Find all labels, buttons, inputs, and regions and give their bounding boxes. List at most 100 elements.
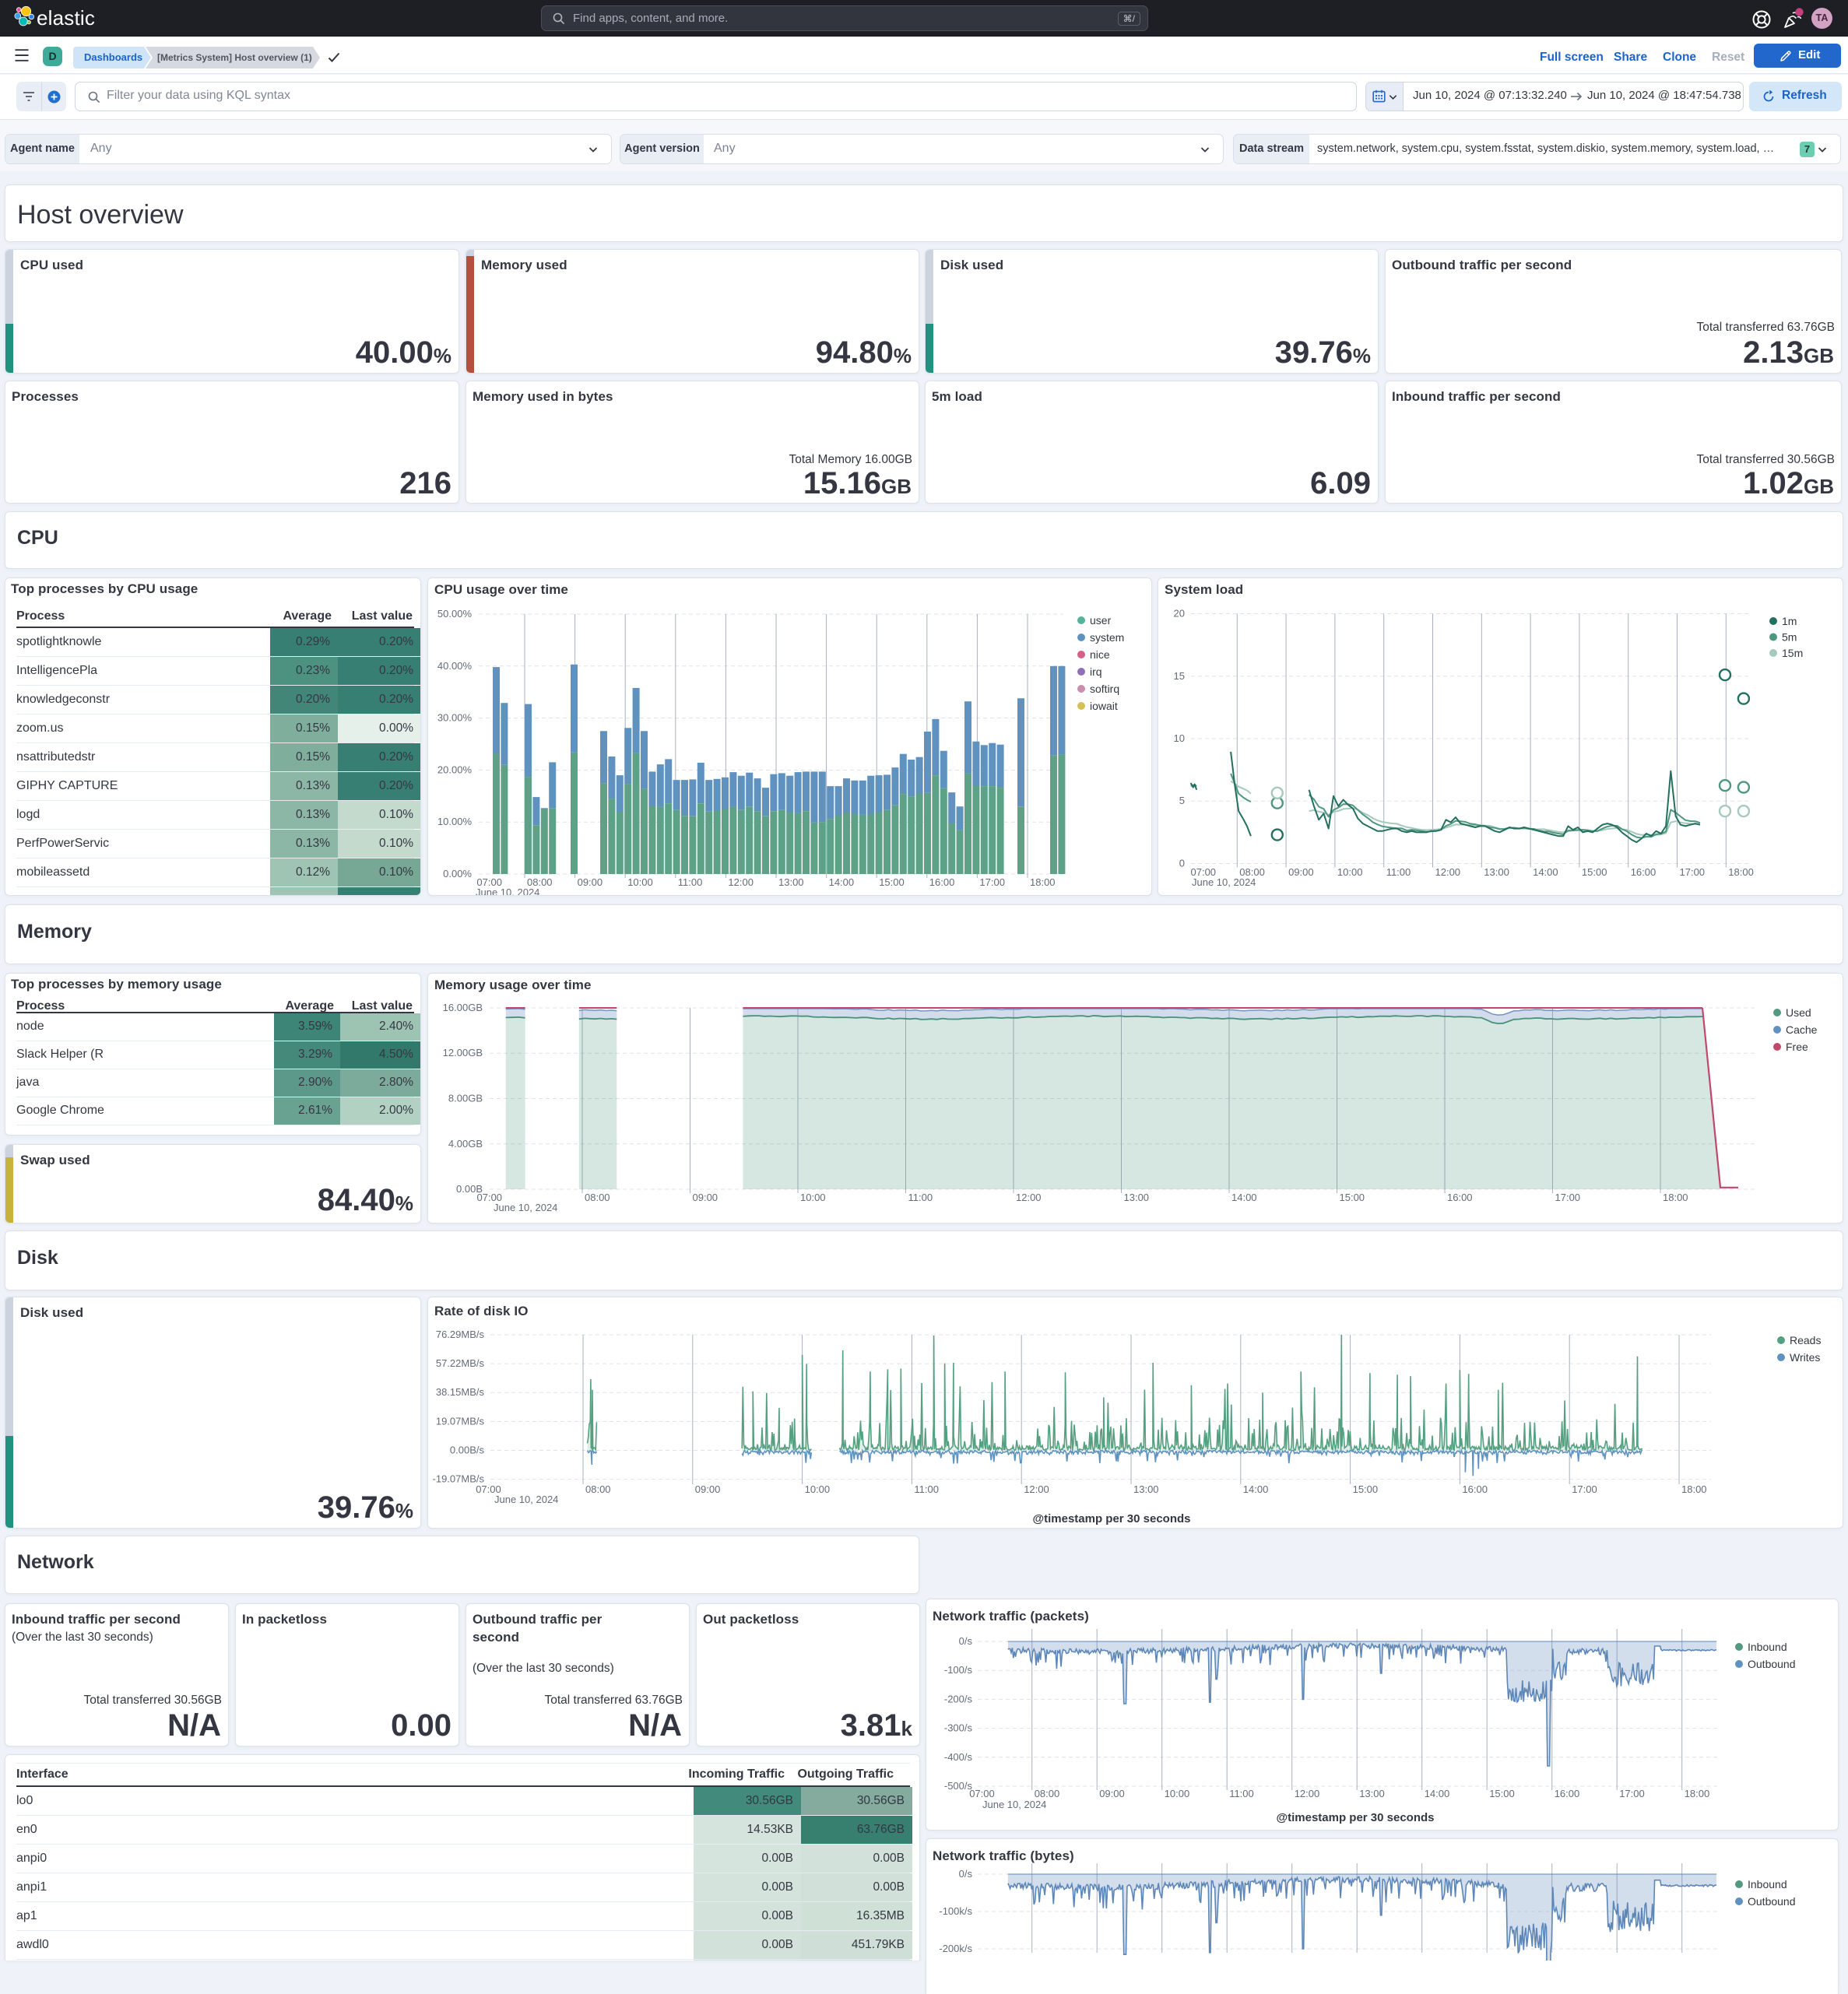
svg-text:11:00: 11:00: [1386, 866, 1411, 878]
svg-text:09:00: 09:00: [695, 1483, 721, 1495]
svg-text:08:00: 08:00: [585, 1483, 611, 1495]
svg-text:8.00GB: 8.00GB: [448, 1093, 483, 1104]
svg-text:16:00: 16:00: [929, 876, 955, 888]
svg-text:50.00%: 50.00%: [437, 608, 473, 620]
svg-text:30.00%: 30.00%: [437, 712, 473, 724]
svg-text:iowait: iowait: [1090, 700, 1118, 712]
svg-text:10:00: 10:00: [800, 1192, 826, 1203]
svg-text:4.00GB: 4.00GB: [448, 1138, 483, 1150]
svg-text:15m: 15m: [1782, 647, 1803, 659]
svg-text:57.22MB/s: 57.22MB/s: [436, 1357, 485, 1369]
svg-text:13:00: 13:00: [1359, 1788, 1385, 1799]
svg-text:17:00: 17:00: [1619, 1788, 1645, 1799]
svg-text:Free: Free: [1786, 1041, 1808, 1053]
svg-text:June 10, 2024: June 10, 2024: [1192, 876, 1256, 888]
svg-text:10: 10: [1174, 732, 1185, 744]
svg-text:nice: nice: [1090, 648, 1110, 661]
svg-text:user: user: [1090, 614, 1112, 627]
svg-text:13:00: 13:00: [1133, 1483, 1159, 1495]
svg-text:15:00: 15:00: [1582, 866, 1607, 878]
svg-text:07:00: 07:00: [969, 1788, 995, 1799]
svg-text:16.00GB: 16.00GB: [443, 1002, 483, 1013]
svg-text:17:00: 17:00: [979, 876, 1005, 888]
svg-text:-300/s: -300/s: [944, 1722, 973, 1734]
svg-text:10:00: 10:00: [1165, 1788, 1190, 1799]
svg-text:19.07MB/s: 19.07MB/s: [436, 1415, 485, 1427]
svg-text:14:00: 14:00: [1231, 1192, 1257, 1203]
svg-text:12:00: 12:00: [1016, 1192, 1042, 1203]
svg-text:system: system: [1090, 631, 1124, 644]
svg-text:17:00: 17:00: [1555, 1192, 1581, 1203]
svg-text:18:00: 18:00: [1728, 866, 1754, 878]
svg-text:-400/s: -400/s: [944, 1751, 973, 1763]
svg-text:12:00: 12:00: [1024, 1483, 1049, 1495]
svg-text:14:00: 14:00: [1425, 1788, 1450, 1799]
svg-text:Inbound: Inbound: [1748, 1878, 1787, 1890]
svg-text:16:00: 16:00: [1631, 866, 1657, 878]
svg-text:Cache: Cache: [1786, 1023, 1818, 1036]
svg-text:12.00GB: 12.00GB: [443, 1047, 483, 1058]
svg-text:40.00%: 40.00%: [437, 660, 473, 672]
svg-text:16:00: 16:00: [1447, 1192, 1473, 1203]
svg-text:09:00: 09:00: [1099, 1788, 1125, 1799]
svg-text:Outbound: Outbound: [1748, 1895, 1796, 1908]
svg-text:11:00: 11:00: [678, 876, 703, 888]
svg-text:38.15MB/s: 38.15MB/s: [436, 1386, 485, 1398]
svg-text:-500/s: -500/s: [944, 1780, 973, 1792]
svg-text:June 10, 2024: June 10, 2024: [494, 1494, 558, 1505]
svg-text:0/s: 0/s: [959, 1868, 973, 1880]
svg-text:10:00: 10:00: [1337, 866, 1363, 878]
svg-text:15:00: 15:00: [1489, 1788, 1515, 1799]
svg-text:5: 5: [1179, 795, 1185, 806]
svg-text:@timestamp per 30 seconds: @timestamp per 30 seconds: [1032, 1512, 1190, 1525]
svg-text:Reads: Reads: [1790, 1334, 1821, 1346]
svg-text:0: 0: [1179, 858, 1185, 869]
svg-text:1m: 1m: [1782, 615, 1797, 627]
svg-text:17:00: 17:00: [1572, 1483, 1597, 1495]
svg-text:11:00: 11:00: [914, 1483, 939, 1495]
svg-text:June 10, 2024: June 10, 2024: [476, 886, 539, 895]
svg-text:-200/s: -200/s: [944, 1693, 973, 1704]
svg-text:Outbound: Outbound: [1748, 1658, 1796, 1670]
svg-text:June 10, 2024: June 10, 2024: [494, 1202, 557, 1213]
svg-text:18:00: 18:00: [1663, 1192, 1688, 1203]
svg-text:76.29MB/s: 76.29MB/s: [436, 1329, 485, 1340]
svg-text:10:00: 10:00: [627, 876, 653, 888]
svg-text:12:00: 12:00: [1295, 1788, 1320, 1799]
svg-text:13:00: 13:00: [778, 876, 804, 888]
svg-text:0/s: 0/s: [959, 1635, 973, 1647]
svg-text:20.00%: 20.00%: [437, 764, 473, 775]
svg-text:-200k/s: -200k/s: [939, 1943, 972, 1954]
svg-text:14:00: 14:00: [1533, 866, 1558, 878]
svg-text:14:00: 14:00: [829, 876, 855, 888]
svg-text:15:00: 15:00: [1353, 1483, 1379, 1495]
svg-text:09:00: 09:00: [693, 1192, 718, 1203]
svg-text:11:00: 11:00: [1229, 1788, 1254, 1799]
svg-text:softirq: softirq: [1090, 683, 1119, 695]
svg-text:15: 15: [1174, 670, 1185, 682]
svg-text:16:00: 16:00: [1555, 1788, 1580, 1799]
svg-text:0.00%: 0.00%: [443, 868, 472, 879]
svg-text:08:00: 08:00: [1035, 1788, 1060, 1799]
svg-text:-100/s: -100/s: [944, 1664, 973, 1676]
svg-text:15:00: 15:00: [1340, 1192, 1365, 1203]
svg-text:5m: 5m: [1782, 631, 1797, 644]
svg-text:13:00: 13:00: [1124, 1192, 1150, 1203]
svg-text:irq: irq: [1090, 665, 1102, 678]
svg-text:09:00: 09:00: [578, 876, 603, 888]
svg-text:11:00: 11:00: [908, 1192, 933, 1203]
svg-text:18:00: 18:00: [1685, 1788, 1710, 1799]
svg-text:14:00: 14:00: [1243, 1483, 1269, 1495]
svg-text:10:00: 10:00: [805, 1483, 831, 1495]
svg-text:10.00%: 10.00%: [437, 816, 473, 827]
svg-text:June 10, 2024: June 10, 2024: [982, 1799, 1046, 1810]
svg-text:Writes: Writes: [1790, 1351, 1820, 1364]
svg-text:18:00: 18:00: [1030, 876, 1056, 888]
svg-text:-100k/s: -100k/s: [939, 1905, 972, 1917]
svg-text:0.00B/s: 0.00B/s: [450, 1445, 485, 1456]
svg-text:12:00: 12:00: [728, 876, 754, 888]
svg-text:16:00: 16:00: [1462, 1483, 1488, 1495]
svg-text:20: 20: [1174, 608, 1185, 620]
svg-text:12:00: 12:00: [1435, 866, 1461, 878]
svg-text:08:00: 08:00: [585, 1192, 610, 1203]
